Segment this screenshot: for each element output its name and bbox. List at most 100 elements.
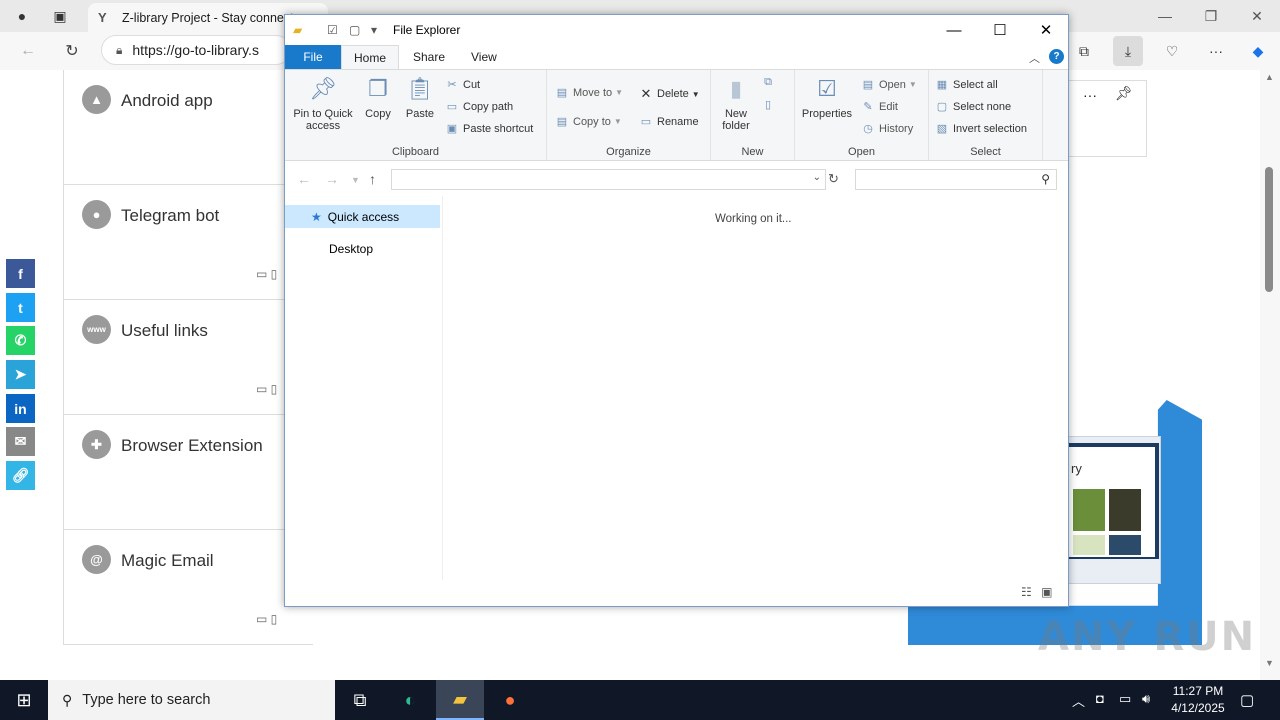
tab-home[interactable]: Home <box>341 45 400 69</box>
address-dropdown-icon[interactable]: ⌄ <box>813 172 821 183</box>
facebook-share-icon[interactable]: f <box>6 259 35 288</box>
back-arrow-icon[interactable]: ← <box>17 40 39 62</box>
tab-view[interactable]: View <box>459 45 509 69</box>
recent-locations-icon[interactable]: ▼ <box>351 175 360 185</box>
explorer-search-box[interactable]: ⚲ <box>855 169 1057 190</box>
browser-minimize-button[interactable]: — <box>1142 0 1188 32</box>
twitter-share-icon[interactable]: t <box>6 293 35 322</box>
edit-button[interactable]: ✎ Edit <box>861 100 898 114</box>
volume-icon[interactable]: 🔊︎ <box>1142 691 1150 707</box>
customize-quick-access-icon[interactable]: ▾ <box>371 23 387 39</box>
copy-button[interactable]: ❐ Copy <box>361 74 395 120</box>
www-icon: www <box>82 315 111 344</box>
desktop-label: Desktop <box>329 241 374 256</box>
new-item-icon: ⧉ <box>764 76 772 88</box>
browser-restore-button[interactable]: ❐ <box>1188 0 1234 32</box>
browser-essentials-icon[interactable]: ♡ <box>1157 36 1187 66</box>
feature-useful-links[interactable]: www Useful links ▭ ▯ <box>64 300 314 415</box>
nav-item-desktop[interactable]: Desktop <box>285 237 440 260</box>
select-all-label: Select all <box>953 78 998 91</box>
copy-link-icon[interactable]: 🔗︎ <box>6 461 35 490</box>
whatsapp-share-icon[interactable]: ✆ <box>6 326 35 355</box>
address-bar[interactable]: 🔒︎ https://go-to-library.s <box>101 35 291 65</box>
new-folder-quick-icon[interactable]: ▢ <box>349 23 365 39</box>
more-menu-icon[interactable]: ··· <box>1201 36 1231 66</box>
invert-selection-button[interactable]: ▧ Invert selection <box>935 122 1027 136</box>
reload-icon[interactable]: ↻ <box>61 40 83 62</box>
browser-close-button[interactable]: ✕ <box>1234 0 1280 32</box>
copy-path-button[interactable]: ▭ Copy path <box>445 100 513 114</box>
select-none-button[interactable]: ▢ Select none <box>935 100 1011 114</box>
select-all-button[interactable]: ▦ Select all <box>935 78 998 92</box>
notifications-icon[interactable]: ▢ <box>1240 691 1254 709</box>
open-button[interactable]: ▤ Open ▼ <box>861 78 917 92</box>
scroll-down-icon[interactable]: ▼ <box>1265 658 1274 668</box>
paste-button[interactable]: 📋︎ Paste <box>401 74 439 120</box>
feature-android-app[interactable]: ▲ Android app <box>64 70 314 185</box>
file-explorer-taskbar-icon[interactable]: ▰ <box>436 680 484 720</box>
desktop-mobile-icon: ▭ ▯ <box>256 612 278 626</box>
details-view-icon[interactable]: ☷ <box>1021 585 1032 599</box>
tab-share[interactable]: Share <box>401 45 457 69</box>
taskbar-search-box[interactable]: ⚲ Type here to search <box>48 680 335 720</box>
split-screen-icon[interactable]: ⧉ <box>1069 36 1099 66</box>
edge-browser-icon[interactable]: ◐ <box>386 680 434 720</box>
move-to-button[interactable]: ▤ Move to ▼ <box>555 86 623 100</box>
easy-access-button[interactable]: ▯ <box>761 98 779 111</box>
windows-start-icon[interactable]: ⊞ <box>0 680 48 720</box>
copy-to-button[interactable]: ▤ Copy to ▼ <box>555 115 622 129</box>
explorer-close-button[interactable]: ✕ <box>1023 15 1069 45</box>
task-view-icon[interactable]: ⧉ <box>336 680 384 720</box>
explorer-maximize-button[interactable]: ☐ <box>977 15 1023 45</box>
feature-browser-extension[interactable]: ✚ Browser Extension <box>64 415 314 530</box>
loading-status: Working on it... <box>715 213 792 225</box>
properties-button[interactable]: ☑ Properties <box>799 74 855 120</box>
firefox-icon[interactable]: ● <box>486 680 534 720</box>
open-icon: ▤ <box>862 79 874 91</box>
explorer-title-bar: ▰ ☑ ▢ ▾ File Explorer — ☐ ✕ <box>285 15 1068 45</box>
move-to-icon: ▤ <box>556 87 568 99</box>
scroll-up-icon[interactable]: ▲ <box>1265 72 1274 82</box>
scroll-thumb[interactable] <box>1265 167 1273 292</box>
new-folder-button[interactable]: ▮ New folder <box>715 74 757 132</box>
explorer-address-box[interactable]: ⌄ <box>391 169 826 190</box>
help-icon[interactable]: ? <box>1049 49 1064 64</box>
pin-quick-access-button[interactable]: 📌︎ Pin to Quick access <box>289 74 357 132</box>
feature-telegram-bot[interactable]: ● Telegram bot ▭ ▯ <box>64 185 314 300</box>
collapse-ribbon-icon[interactable]: ︿ <box>1029 50 1040 66</box>
telegram-share-icon[interactable]: ➤ <box>6 360 35 389</box>
copilot-icon[interactable]: ◆ <box>1243 36 1273 66</box>
properties-quick-icon[interactable]: ☑ <box>327 23 343 39</box>
explorer-forward-icon[interactable]: → <box>325 171 339 187</box>
history-button[interactable]: ◷ History <box>861 122 913 136</box>
tab-actions-icon[interactable]: ▣ <box>50 6 70 26</box>
explorer-back-icon[interactable]: ← <box>297 171 311 187</box>
up-folder-icon[interactable]: ↑ <box>369 171 376 187</box>
page-scrollbar[interactable]: ▲ ▼ <box>1260 70 1280 680</box>
tab-file[interactable]: File <box>285 45 341 69</box>
defender-icon[interactable]: ◘ <box>1096 691 1104 706</box>
large-icons-view-icon[interactable]: ▣ <box>1041 585 1052 599</box>
network-icon[interactable]: ▭ <box>1119 691 1131 707</box>
more-options-icon[interactable]: ··· <box>1083 87 1097 103</box>
nav-item-quick-access[interactable]: ★ Quick access <box>285 205 440 228</box>
cut-button[interactable]: ✂ Cut <box>445 78 480 92</box>
new-item-button[interactable]: ⧉ <box>761 76 779 89</box>
paste-shortcut-button[interactable]: ▣ Paste shortcut <box>445 122 534 136</box>
paste-label: Paste <box>405 108 435 120</box>
pin-icon[interactable]: 📌︎ <box>1115 85 1133 102</box>
at-icon: @ <box>82 545 111 574</box>
explorer-minimize-button[interactable]: — <box>931 15 977 45</box>
profile-icon[interactable]: ● <box>12 6 32 26</box>
explorer-refresh-icon[interactable]: ↻ <box>828 171 839 187</box>
downloads-icon[interactable]: ⤓ <box>1113 36 1143 66</box>
rename-button[interactable]: ▭ Rename <box>639 115 699 129</box>
ribbon-tabs: File Home Share View ︿ ? <box>285 45 1068 69</box>
select-group: ▦ Select all ▢ Select none ▧ Invert sele… <box>929 70 1043 160</box>
email-share-icon[interactable]: ✉ <box>6 427 35 456</box>
feature-magic-email[interactable]: @ Magic Email ▭ ▯ <box>64 530 314 645</box>
taskbar-clock[interactable]: 11:27 PM 4/12/2025 <box>1162 683 1234 717</box>
delete-button[interactable]: ✕ Delete ▼ <box>639 86 700 102</box>
show-hidden-icons-icon[interactable]: ︿ <box>1072 691 1085 710</box>
linkedin-share-icon[interactable]: in <box>6 394 35 423</box>
